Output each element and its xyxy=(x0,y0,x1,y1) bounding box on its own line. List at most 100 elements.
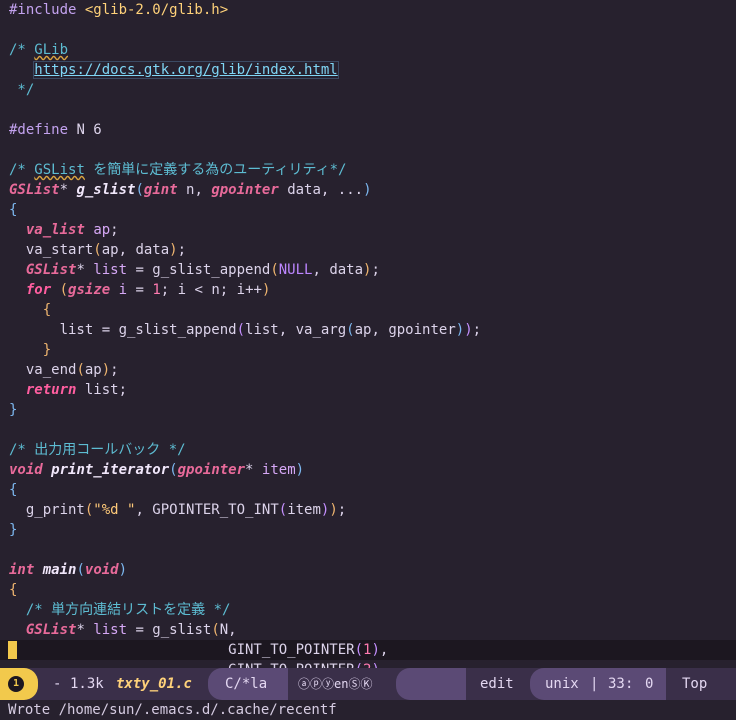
code-line[interactable]: #define N 6 xyxy=(9,120,102,140)
code-token: ( xyxy=(354,642,364,658)
code-token: ; xyxy=(110,222,119,238)
code-token: i xyxy=(118,282,128,298)
code-token: = g_slist xyxy=(127,622,212,638)
code-token: item xyxy=(261,462,296,478)
text-cursor xyxy=(8,641,17,659)
code-token: /* xyxy=(9,162,35,178)
code-line[interactable]: } xyxy=(9,340,51,360)
code-token: ) xyxy=(455,322,465,338)
code-token: ( xyxy=(76,562,85,578)
code-line[interactable]: */ xyxy=(9,80,34,100)
buffer-size: 1.3k xyxy=(70,676,104,692)
code-token: ( xyxy=(76,362,85,378)
buffer-name[interactable]: txty_01.c xyxy=(116,668,192,700)
code-token: list; xyxy=(76,382,128,398)
code-line[interactable]: { xyxy=(9,480,17,500)
code-token: ( xyxy=(211,622,220,638)
code-token: ( xyxy=(270,262,279,278)
code-line[interactable]: /* GSList を簡単に定義する為のユーティリティ*/ xyxy=(9,160,346,180)
code-token: ; xyxy=(371,262,380,278)
code-line[interactable]: #include <glib-2.0/glib.h> xyxy=(9,0,228,20)
warning-badge[interactable]: 1 xyxy=(8,676,24,692)
line-number: 33 xyxy=(608,676,625,692)
line-col-separator: : xyxy=(625,676,634,692)
code-line[interactable]: list = g_slist_append(list, va_arg(ap, g… xyxy=(9,320,482,340)
eol-format[interactable]: unix xyxy=(545,668,579,700)
code-token: va_start xyxy=(9,242,94,258)
code-token: , xyxy=(379,642,389,658)
major-mode[interactable]: C/*la xyxy=(225,668,267,700)
code-line[interactable]: return list; xyxy=(9,380,127,400)
code-line[interactable]: va_end(ap); xyxy=(9,360,119,380)
code-token: void xyxy=(84,562,119,578)
code-token: { xyxy=(9,582,18,598)
code-line[interactable]: /* 単方向連結リストを定義 */ xyxy=(9,600,231,620)
code-token: , GPOINTER_TO_INT xyxy=(135,502,279,518)
code-token: * xyxy=(76,262,94,278)
minor-modes[interactable]: ⓐⓟⓨenⓈⓀ xyxy=(298,668,372,700)
code-line[interactable]: int main(void) xyxy=(9,560,127,580)
code-token: gpointer xyxy=(211,182,279,198)
code-line[interactable]: void print_iterator(gpointer* item) xyxy=(9,460,304,480)
code-token: list = g_slist_append xyxy=(9,322,237,338)
code-token: ( xyxy=(135,182,144,198)
code-token: list xyxy=(93,262,128,278)
code-line[interactable]: { xyxy=(9,300,51,320)
code-token: { xyxy=(42,302,52,318)
code-token: ) xyxy=(118,562,128,578)
minibuffer-message: Wrote /home/sun/.emacs.d/.cache/recentf xyxy=(0,700,736,720)
code-token: gpointer xyxy=(177,462,246,478)
code-token: ap, data xyxy=(101,242,170,258)
code-token: print_iterator xyxy=(51,462,170,478)
code-token: NULL xyxy=(278,262,313,278)
code-token: ) xyxy=(261,282,271,298)
code-token: g_slist xyxy=(76,182,136,198)
code-line[interactable]: GINT_TO_POINTER(2), xyxy=(9,660,388,668)
code-token: return xyxy=(25,382,77,398)
code-token: GSList xyxy=(34,162,85,178)
code-line[interactable]: /* 出力用コールバック */ xyxy=(9,440,186,460)
code-token: */ xyxy=(9,82,35,98)
code-line[interactable]: g_print("%d ", GPOINTER_TO_INT(item)); xyxy=(9,500,346,520)
code-token: g_print xyxy=(9,502,85,518)
code-token: ) xyxy=(371,642,380,658)
code-line[interactable]: va_start(ap, data); xyxy=(9,240,186,260)
code-token: ) xyxy=(464,322,473,338)
code-token: list xyxy=(93,622,128,638)
code-line[interactable]: GSList* list = g_slist(N, xyxy=(9,620,237,640)
code-line[interactable]: GINT_TO_POINTER(1), xyxy=(9,640,388,660)
code-line[interactable]: GSList* list = g_slist_append(NULL, data… xyxy=(9,260,380,280)
code-token: を簡単に定義する為のユーティリティ*/ xyxy=(84,162,347,178)
code-line[interactable]: { xyxy=(9,200,17,220)
code-token: * xyxy=(76,622,94,638)
code-token: * xyxy=(59,182,77,198)
code-line[interactable]: GSList* g_slist(gint n, gpointer data, .… xyxy=(9,180,372,200)
code-line[interactable]: for (gsize i = 1; i < n; i++) xyxy=(9,280,271,300)
code-line[interactable]: va_list ap; xyxy=(9,220,119,240)
editor-buffer[interactable]: #include <glib-2.0/glib.h> /* GLib https:… xyxy=(0,0,736,668)
code-line[interactable]: { xyxy=(9,580,17,600)
mode-line: 1 - 1.3k txty_01.c C/*la ⓐⓟⓨenⓈⓀ edit un… xyxy=(0,668,736,700)
code-token: main xyxy=(42,562,77,578)
code-token: ) xyxy=(329,502,338,518)
modified-indicator: - xyxy=(53,676,62,692)
code-token: 1 xyxy=(152,282,161,298)
code-line[interactable]: } xyxy=(9,400,17,420)
code-token: GLib xyxy=(34,42,69,58)
code-token: } xyxy=(42,342,52,358)
code-line[interactable]: } xyxy=(9,520,17,540)
code-token: <glib-2.0/glib.h> xyxy=(84,2,229,18)
code-token: GSList xyxy=(9,182,60,198)
evil-state: edit xyxy=(480,676,514,692)
eol-separator: | xyxy=(590,676,599,692)
code-line[interactable]: https://docs.gtk.org/glib/index.html xyxy=(9,60,339,80)
code-line[interactable]: /* GLib xyxy=(9,40,68,60)
code-token: N 6 xyxy=(76,122,102,138)
